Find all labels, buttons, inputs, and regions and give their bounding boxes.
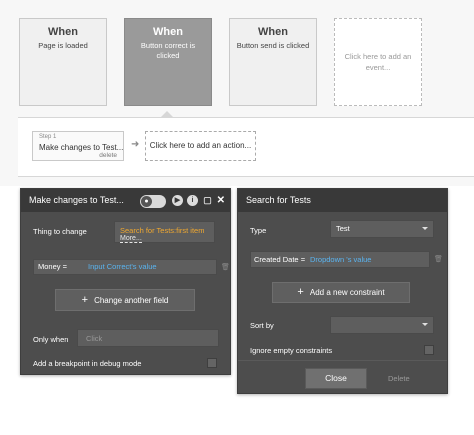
- constraint-row[interactable]: Created Date = Dropdown 's value: [250, 251, 430, 268]
- step-number: Step 1: [39, 134, 57, 140]
- panel-title: Make changes to Test...: [29, 195, 124, 205]
- event-when-label: When: [258, 26, 288, 38]
- trash-icon[interactable]: 🗑: [434, 255, 443, 263]
- breakpoint-label: Add a breakpoint in debug mode: [33, 359, 142, 368]
- add-event-label: Click here to add an event...: [344, 52, 412, 72]
- workflow-canvas: When Page is loaded When Button correct …: [0, 0, 474, 186]
- info-icon[interactable]: i: [187, 195, 198, 206]
- more-link[interactable]: More...: [120, 235, 142, 243]
- sort-by-select[interactable]: [330, 316, 434, 334]
- event-button-send-clicked[interactable]: When Button send is clicked: [229, 18, 317, 106]
- add-constraint-label: Add a new constraint: [309, 288, 385, 297]
- comment-icon[interactable]: ▢: [202, 195, 213, 206]
- plus-icon: +: [297, 286, 304, 298]
- panel-header: Make changes to Test... ● ▶ i ▢ ✕: [21, 189, 230, 212]
- arrow-right-icon: ➜: [131, 139, 140, 150]
- type-label: Type: [250, 226, 267, 235]
- mode-toggle[interactable]: ●: [140, 195, 166, 208]
- step-title: Make changes to Test...: [39, 143, 124, 152]
- search-panel: Search for Tests Type Test Created Date …: [237, 188, 448, 394]
- plus-icon: +: [81, 294, 89, 306]
- event-page-loaded[interactable]: When Page is loaded: [19, 18, 107, 106]
- thing-expression-text: Search for Tests:first item: [120, 226, 205, 235]
- event-description: Button correct is clicked: [140, 41, 196, 60]
- workflow-steps-row: Step 1 Make changes to Test... delete ➜ …: [18, 117, 474, 177]
- close-button[interactable]: Close: [305, 368, 367, 389]
- constraint-value-expression[interactable]: Dropdown 's value: [310, 255, 371, 264]
- only-when-label: Only when: [33, 335, 69, 344]
- field-value-expression[interactable]: Input Correct's value: [88, 262, 157, 271]
- add-constraint-button[interactable]: + Add a new constraint: [272, 282, 410, 303]
- only-when-input[interactable]: Click: [77, 329, 219, 347]
- event-button-correct-clicked[interactable]: When Button correct is clicked: [124, 18, 212, 106]
- type-select[interactable]: Test: [330, 220, 434, 238]
- constraint-field: Created Date =: [254, 255, 306, 264]
- step-delete-link[interactable]: delete: [99, 152, 117, 159]
- change-another-field-button[interactable]: + Change another field: [55, 289, 195, 311]
- add-event-button[interactable]: Click here to add an event...: [334, 18, 422, 106]
- event-description: Page is loaded: [38, 41, 88, 50]
- field-change-row[interactable]: Money = Input Correct's value: [33, 259, 217, 275]
- footer-divider: [238, 360, 447, 361]
- trash-icon[interactable]: 🗑: [221, 263, 230, 271]
- chevron-down-icon: [422, 323, 428, 326]
- make-changes-panel: Make changes to Test... ● ▶ i ▢ ✕ Thing …: [20, 188, 231, 375]
- event-when-label: When: [48, 26, 78, 38]
- panel-title: Search for Tests: [246, 195, 311, 205]
- type-value: Test: [336, 224, 350, 233]
- breakpoint-checkbox[interactable]: [207, 358, 217, 368]
- user-icon: ●: [141, 196, 152, 207]
- thing-to-change-expression[interactable]: Search for Tests:first item More...: [114, 221, 215, 243]
- sort-by-label: Sort by: [250, 321, 274, 330]
- ignore-empty-checkbox[interactable]: [424, 345, 434, 355]
- play-icon[interactable]: ▶: [172, 195, 183, 206]
- panel-header: Search for Tests: [238, 189, 447, 212]
- delete-button[interactable]: Delete: [388, 374, 410, 383]
- thing-to-change-label: Thing to change: [33, 227, 87, 236]
- chevron-down-icon: [422, 227, 428, 230]
- event-description: Button send is clicked: [236, 41, 310, 50]
- add-action-button[interactable]: Click here to add an action...: [145, 131, 256, 161]
- ignore-empty-label: Ignore empty constraints: [250, 346, 333, 355]
- step-card[interactable]: Step 1 Make changes to Test... delete: [32, 131, 124, 161]
- only-when-placeholder: Click: [86, 334, 103, 343]
- close-icon[interactable]: ✕: [217, 189, 225, 212]
- field-name: Money =: [38, 262, 67, 271]
- change-another-field-label: Change another field: [94, 296, 169, 305]
- event-when-label: When: [153, 26, 183, 38]
